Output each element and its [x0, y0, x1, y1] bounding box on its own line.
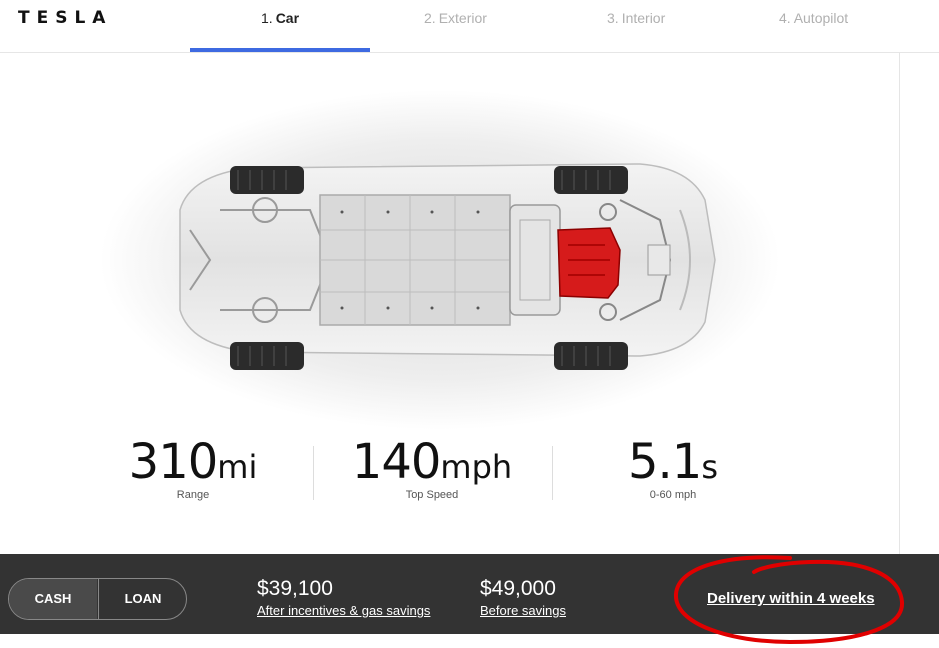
tesla-logo[interactable]: TESLA	[18, 10, 118, 27]
tab-interior[interactable]: 3. Interior	[607, 10, 665, 28]
range-caption: Range	[176, 489, 210, 501]
stat-top-speed: 140mph Top Speed	[327, 436, 537, 501]
tab-number: 2.	[424, 10, 436, 26]
tab-label: Car	[275, 10, 300, 26]
panel-divider	[899, 52, 900, 554]
stat-value: 5.1s	[568, 436, 778, 493]
before-savings-link[interactable]: Before savings	[480, 602, 566, 620]
tab-label: Exterior	[438, 10, 487, 26]
tab-autopilot[interactable]: 4. Autopilot	[779, 10, 848, 28]
stat-range: 310mi Range	[88, 436, 298, 501]
tab-number: 1.	[261, 10, 273, 26]
range-unit: mi	[217, 448, 258, 486]
acceleration-value: 5.1	[627, 434, 702, 490]
tab-car[interactable]: 1. Car	[261, 10, 299, 28]
tab-label: Autopilot	[793, 10, 849, 26]
stat-acceleration: 5.1s 0-60 mph	[568, 436, 778, 501]
acceleration-unit: s	[701, 448, 718, 486]
acceleration-caption: 0-60 mph	[649, 489, 697, 501]
top-speed-value: 140	[351, 434, 442, 490]
stat-divider	[552, 446, 553, 500]
cash-button[interactable]: CASH	[9, 579, 97, 619]
price-amount: $39,100	[257, 577, 333, 600]
price-before-savings: $49,000 Before savings	[480, 576, 566, 620]
tab-label: Interior	[621, 10, 666, 26]
tab-number: 3.	[607, 10, 619, 26]
active-tab-indicator	[190, 48, 370, 52]
loan-button[interactable]: LOAN	[98, 579, 186, 619]
tab-exterior[interactable]: 2. Exterior	[424, 10, 487, 28]
purchase-bar: CASH LOAN $39,100 After incentives & gas…	[0, 554, 939, 634]
after-savings-link[interactable]: After incentives & gas savings	[257, 602, 430, 620]
top-speed-unit: mph	[440, 448, 513, 486]
stat-divider	[313, 446, 314, 500]
stat-value: 140mph	[327, 436, 537, 493]
delivery-link[interactable]: Delivery within 4 weeks	[707, 590, 875, 607]
payment-toggle: CASH LOAN	[8, 578, 187, 620]
stat-value: 310mi	[88, 436, 298, 493]
top-nav: TESLA 1. Car 2. Exterior 3. Interior 4. Auto…	[0, 0, 939, 53]
price-after-savings: $39,100 After incentives & gas savings	[257, 576, 430, 620]
range-value: 310	[128, 434, 219, 490]
tab-number: 4.	[779, 10, 791, 26]
car-chassis-image	[80, 60, 800, 440]
price-amount: $49,000	[480, 577, 556, 600]
